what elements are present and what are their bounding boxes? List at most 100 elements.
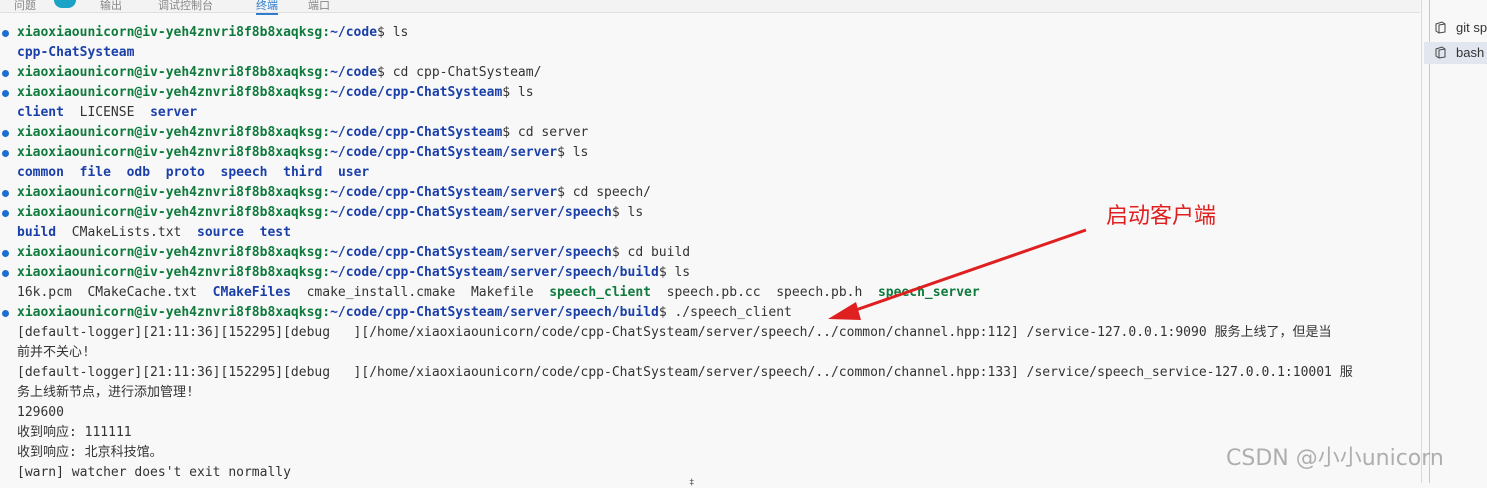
command-text: $ cd build <box>611 245 691 260</box>
prompt-separator: : <box>322 265 331 280</box>
prompt-user: xiaoxiaounicorn@iv-yeh4znvri8f8b8xaqksg <box>17 205 323 220</box>
terminal-icon <box>1435 46 1446 59</box>
directory-entry: CMakeFiles <box>212 285 291 300</box>
tab-problems[interactable]: 问题 <box>14 0 36 13</box>
directory-entry: speech <box>220 165 268 180</box>
terminal-command-line: xiaoxiaounicorn@iv-yeh4znvri8f8b8xaqksg:… <box>17 183 651 203</box>
command-status-dot[interactable] <box>2 150 9 157</box>
watermark: CSDN @小小unicorn <box>1226 446 1444 471</box>
terminal-item-git[interactable]: git sp <box>1424 17 1487 39</box>
prompt-separator: : <box>322 205 331 220</box>
output-text: speech.pb.cc speech.pb.h <box>650 285 878 300</box>
prompt-path: ~/code/cpp-ChatSysteam/server <box>330 145 558 160</box>
tab-ports[interactable]: 端口 <box>308 0 330 13</box>
directory-entry: server <box>150 105 198 120</box>
badge-pill <box>54 0 76 8</box>
terminal-output[interactable]: xiaoxiaounicorn@iv-yeh4znvri8f8b8xaqksg:… <box>0 20 1420 483</box>
command-text: $ ls <box>377 25 409 40</box>
terminal-output-line: cpp-ChatSysteam <box>17 43 134 63</box>
command-status-dot[interactable] <box>2 250 9 257</box>
prompt-separator: : <box>322 245 331 260</box>
terminal-output-line: build CMakeLists.txt source test <box>17 223 291 243</box>
terminal-command-line: xiaoxiaounicorn@iv-yeh4znvri8f8b8xaqksg:… <box>17 243 690 263</box>
terminal-output-line: 129600 <box>17 403 64 423</box>
panel-tab-bar: 问题 输出 调试控制台 终端 端口 <box>0 0 1420 15</box>
annotation-label: 启动客户端 <box>1106 203 1217 228</box>
command-text: $ ls <box>611 205 644 220</box>
output-text: cmake_install.cmake Makefile <box>290 285 550 300</box>
command-status-dot[interactable] <box>2 30 9 37</box>
terminal-command-line: xiaoxiaounicorn@iv-yeh4znvri8f8b8xaqksg:… <box>17 123 588 143</box>
terminal-output-line: common file odb proto speech third user <box>17 163 369 183</box>
terminal-command-line: xiaoxiaounicorn@iv-yeh4znvri8f8b8xaqksg:… <box>17 303 792 323</box>
prompt-user: xiaoxiaounicorn@iv-yeh4znvri8f8b8xaqksg <box>17 25 323 40</box>
tab-output[interactable]: 输出 <box>100 0 122 13</box>
terminal-command-line: xiaoxiaounicorn@iv-yeh4znvri8f8b8xaqksg:… <box>17 23 408 43</box>
prompt-user: xiaoxiaounicorn@iv-yeh4znvri8f8b8xaqksg <box>17 185 323 200</box>
output-text: [default-logger][21:11:36][152295][debug… <box>17 365 1353 380</box>
prompt-user: xiaoxiaounicorn@iv-yeh4znvri8f8b8xaqksg <box>17 265 323 280</box>
terminal-output-line: 收到响应: 111111 <box>17 423 132 443</box>
directory-entry: source <box>197 225 244 240</box>
tab-terminal[interactable]: 终端 <box>256 0 278 15</box>
terminal-output-line: [warn] watcher does't exit normally <box>17 463 291 483</box>
terminal-output-line: [default-logger][21:11:36][152295][debug… <box>17 323 1331 343</box>
directory-entry: common <box>17 165 64 180</box>
command-text: $ cd cpp-ChatSysteam/ <box>377 65 542 80</box>
prompt-path: ~/code/cpp-ChatSysteam <box>330 85 503 100</box>
terminal-item-label: git sp <box>1456 20 1487 35</box>
prompt-user: xiaoxiaounicorn@iv-yeh4znvri8f8b8xaqksg <box>17 85 323 100</box>
sidebar-divider <box>1429 0 1430 483</box>
output-text: [default-logger][21:11:36][152295][debug… <box>17 325 1332 340</box>
output-text: 收到响应: 111111 <box>17 425 132 440</box>
terminal-output-line: 16k.pcm CMakeCache.txt CMakeFiles cmake_… <box>17 283 980 303</box>
output-text: 务上线新节点，进行添加管理! <box>17 385 194 400</box>
terminal-item-bash[interactable]: bash <box>1424 42 1487 64</box>
command-status-dot[interactable] <box>2 310 9 317</box>
command-status-dot[interactable] <box>2 70 9 77</box>
directory-entry: cpp-ChatSysteam <box>17 45 135 60</box>
terminal-item-label: bash <box>1456 45 1485 60</box>
command-text: $ ./speech_client <box>658 305 792 320</box>
command-status-dot[interactable] <box>2 130 9 137</box>
prompt-user: xiaoxiaounicorn@iv-yeh4znvri8f8b8xaqksg <box>17 305 323 320</box>
terminal-output-line: 务上线新节点，进行添加管理! <box>17 383 194 403</box>
terminal-output-line: 收到响应: 北京科技馆。 <box>17 443 163 463</box>
directory-entry: third <box>283 165 323 180</box>
command-status-dot[interactable] <box>2 90 9 97</box>
prompt-user: xiaoxiaounicorn@iv-yeh4znvri8f8b8xaqksg <box>17 125 323 140</box>
directory-entry: test <box>259 225 291 240</box>
prompt-user: xiaoxiaounicorn@iv-yeh4znvri8f8b8xaqksg <box>17 145 323 160</box>
command-text: $ cd speech/ <box>557 185 651 200</box>
command-text: $ cd server <box>502 125 589 140</box>
prompt-path: ~/code <box>330 25 378 40</box>
terminal-output-line: 前并不关心! <box>17 343 90 363</box>
tab-debug-console[interactable]: 调试控制台 <box>158 0 213 13</box>
executable-entry: speech_client <box>549 285 651 300</box>
output-text: 16k.pcm CMakeCache.txt <box>17 285 213 300</box>
command-status-dot[interactable] <box>2 190 9 197</box>
prompt-path: ~/code <box>330 65 378 80</box>
directory-entry: proto <box>165 165 205 180</box>
prompt-user: xiaoxiaounicorn@iv-yeh4znvri8f8b8xaqksg <box>17 245 323 260</box>
directory-entry: build <box>17 225 57 240</box>
command-status-dot[interactable] <box>2 210 9 217</box>
prompt-path: ~/code/cpp-ChatSysteam/server/speech <box>330 205 612 220</box>
executable-entry: speech_server <box>877 285 980 300</box>
prompt-separator: : <box>322 185 331 200</box>
output-text: 129600 <box>17 405 64 420</box>
prompt-separator: : <box>322 65 331 80</box>
command-status-dot[interactable] <box>2 270 9 277</box>
prompt-user: xiaoxiaounicorn@iv-yeh4znvri8f8b8xaqksg <box>17 65 323 80</box>
prompt-path: ~/code/cpp-ChatSysteam <box>330 125 503 140</box>
prompt-separator: : <box>322 145 331 160</box>
terminal-command-line: xiaoxiaounicorn@iv-yeh4znvri8f8b8xaqksg:… <box>17 203 643 223</box>
terminal-list-sidebar: git sp bash <box>1421 0 1487 483</box>
prompt-separator: : <box>322 125 331 140</box>
